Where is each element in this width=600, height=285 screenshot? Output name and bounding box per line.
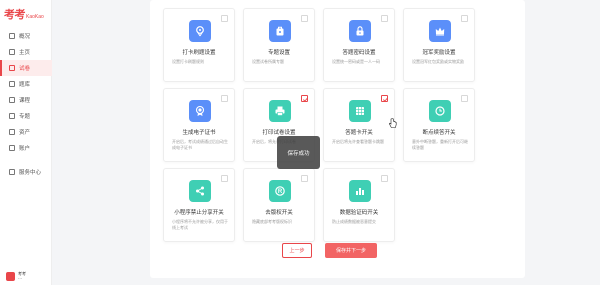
tile-checkbox[interactable] — [381, 175, 388, 182]
sidebar-item-label: 服务中心 — [19, 170, 42, 176]
tile-desc: 小程序将不允许被分享，仅用于线上考试 — [172, 219, 228, 230]
tile-checkbox[interactable] — [301, 15, 308, 22]
tile-desc: 隐藏底部考考版权标识 — [252, 219, 292, 224]
sidebar-item-label: 账户 — [19, 146, 31, 152]
sidebar-item-home[interactable]: 主页 — [0, 44, 52, 60]
sidebar-item-label: 概况 — [19, 34, 31, 40]
sidebar-item-label: 试卷 — [19, 66, 31, 72]
tile-title: 数据验证码开关 — [339, 210, 379, 216]
home-icon — [9, 49, 15, 55]
printer-icon — [269, 100, 291, 122]
tile-password-settings[interactable]: 答题密码设置 设置统一密码或是一人一码 — [323, 8, 395, 82]
location-pin-icon — [189, 20, 211, 42]
tile-checkbox[interactable] — [381, 15, 388, 22]
tile-answer-card[interactable]: 答题卡开关 开启后将允许查看答题卡跳题 — [323, 88, 395, 162]
tile-desc: 意外中断答题，重新打开后可继续答题 — [412, 139, 468, 150]
share-icon — [189, 180, 211, 202]
tile-desc: 开启后，考试成绩通过后自动生成电子证书 — [172, 139, 228, 150]
tile-desc: 设置冠军红包奖励或实物奖励 — [412, 59, 464, 64]
tile-checkbox[interactable] — [461, 15, 468, 22]
tile-checkbox[interactable] — [221, 95, 228, 102]
hand-cursor-icon — [389, 118, 397, 128]
logo[interactable]: 考考 KaoKao — [4, 6, 44, 22]
tile-title: 答题密码设置 — [342, 50, 376, 56]
clock-icon — [429, 100, 451, 122]
tile-title: 打印试卷设置 — [262, 130, 296, 136]
tile-resume-answer[interactable]: 断点续答开关 意外中断答题，重新打开后可继续答题 — [403, 88, 475, 162]
tile-remove-copyright[interactable]: R 去版权开关 隐藏底部考考版权标识 — [243, 168, 315, 242]
tile-checkbox[interactable] — [301, 175, 308, 182]
tile-certificate[interactable]: 生成电子证书 开启后，考试成绩通过后自动生成电子证书 — [163, 88, 235, 162]
tile-captcha[interactable]: 数据验证码开关 防止成绩数据被恶意提交 — [323, 168, 395, 242]
tile-title: 生成电子证书 — [182, 130, 216, 136]
account-icon — [9, 145, 15, 151]
save-success-toast: 保存成功 — [277, 136, 320, 169]
sidebar-item-account[interactable]: 账户 — [0, 140, 52, 156]
prev-step-button[interactable]: 上一步 — [282, 243, 312, 258]
sidebar-item-overview[interactable]: 概况 — [0, 28, 52, 44]
tile-checkbox[interactable] — [221, 175, 228, 182]
tile-checkbox-checked[interactable] — [301, 95, 309, 102]
check-icon — [303, 97, 309, 102]
tile-desc: 开启后将允许查看答题卡跳题 — [332, 139, 384, 144]
tile-title: 冠军奖励设置 — [422, 50, 456, 56]
question-bank-icon — [9, 81, 15, 87]
chart-icon — [349, 180, 371, 202]
sidebar-item-question-bank[interactable]: 题库 — [0, 76, 52, 92]
tile-checkbox[interactable] — [461, 95, 468, 102]
avatar — [6, 271, 15, 281]
tile-title: 小程序禁止分享开关 — [174, 210, 224, 216]
tile-title: 专题设置 — [267, 50, 290, 56]
exam-icon — [9, 65, 15, 71]
svg-text:R: R — [278, 189, 283, 195]
tile-disable-share[interactable]: 小程序禁止分享开关 小程序将不允许被分享，仅用于线上考试 — [163, 168, 235, 242]
check-icon — [383, 97, 389, 102]
tile-desc: 防止成绩数据被恶意提交 — [332, 219, 376, 224]
tile-title: 打卡刷题设置 — [182, 50, 216, 56]
bag-icon — [269, 20, 291, 42]
lock-icon — [349, 20, 371, 42]
service-icon — [9, 169, 15, 175]
asset-icon — [9, 129, 15, 135]
tile-checkin-settings[interactable]: 打卡刷题设置 设置打卡刷题规则 — [163, 8, 235, 82]
certificate-icon — [189, 100, 211, 122]
tile-desc: 设置试卷所属专题 — [252, 59, 284, 64]
tile-desc: 设置打卡刷题规则 — [172, 59, 204, 64]
overview-icon — [9, 33, 15, 39]
user-menu[interactable]: 考考 ··· — [6, 271, 26, 281]
tile-checkbox-checked[interactable] — [381, 95, 389, 102]
tile-desc: 设置统一密码或是一人一码 — [332, 59, 380, 64]
sidebar-item-label: 资产 — [19, 130, 31, 136]
sidebar-item-exam[interactable]: 试卷 — [0, 60, 52, 76]
copyright-icon: R — [269, 180, 291, 202]
user-more: ··· — [18, 276, 22, 281]
sidebar-item-course[interactable]: 课程 — [0, 92, 52, 108]
sidebar-item-label: 课程 — [19, 98, 31, 104]
sidebar-nav: 概况 主页 试卷 题库 课程 专题 资产 账户 服务中心 — [0, 28, 52, 180]
sidebar-item-asset[interactable]: 资产 — [0, 124, 52, 140]
sidebar-item-label: 题库 — [19, 82, 31, 88]
logo-main-text: 考考 — [4, 9, 26, 21]
tile-title: 答题卡开关 — [345, 130, 373, 136]
sidebar: 考考 KaoKao 概况 主页 试卷 题库 课程 专题 资产 账户 服务中心 考… — [0, 0, 52, 285]
sidebar-item-label: 主页 — [19, 50, 31, 56]
tile-title: 断点续答开关 — [422, 130, 456, 136]
tile-champion-reward[interactable]: 冠军奖励设置 设置冠军红包奖励或实物奖励 — [403, 8, 475, 82]
topic-icon — [9, 113, 15, 119]
sidebar-item-service[interactable]: 服务中心 — [0, 164, 52, 180]
tile-checkbox[interactable] — [221, 15, 228, 22]
logo-sub-text: KaoKao — [26, 14, 44, 20]
tile-title: 去版权开关 — [265, 210, 293, 216]
sidebar-item-label: 专题 — [19, 114, 31, 120]
crown-icon — [429, 20, 451, 42]
grid-card-icon — [349, 100, 371, 122]
save-next-button[interactable]: 保存并下一步 — [325, 243, 377, 258]
course-icon — [9, 97, 15, 103]
sidebar-item-topic[interactable]: 专题 — [0, 108, 52, 124]
tile-topic-settings[interactable]: 专题设置 设置试卷所属专题 — [243, 8, 315, 82]
